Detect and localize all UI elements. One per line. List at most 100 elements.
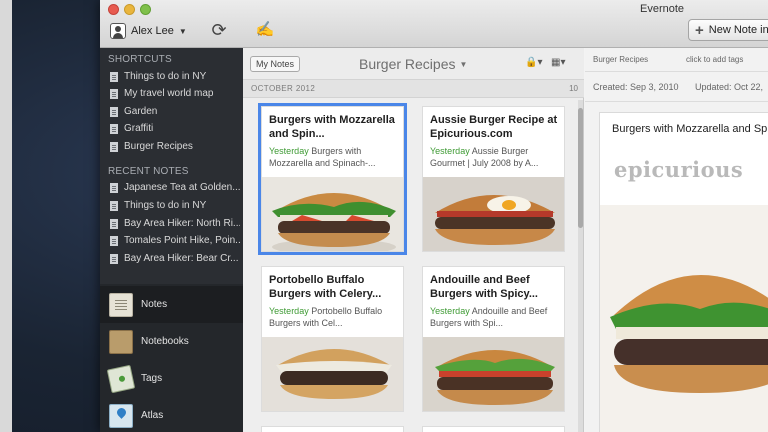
note-card-date: Yesterday	[430, 146, 470, 156]
my-notes-button[interactable]: My Notes	[250, 56, 301, 72]
shortcut-label: Burger Recipes	[124, 141, 193, 152]
add-tags-field[interactable]: click to add tags	[686, 55, 743, 64]
nav-label: Notebooks	[141, 336, 189, 347]
note-card[interactable]	[422, 426, 565, 432]
sidebar-item-atlas[interactable]: Atlas	[100, 397, 243, 432]
account-menu-button[interactable]: Alex Lee ▼	[110, 21, 187, 41]
note-list-toolbar: My Notes Burger Recipes ▼ 🔒▾ ▦▾	[243, 48, 584, 80]
note-card[interactable]: Aussie Burger Recipe at Epicurious.com Y…	[422, 106, 565, 252]
created-date: Created: Sep 3, 2010	[593, 82, 679, 92]
sidebar-item-tags[interactable]: Tags	[100, 360, 243, 397]
notebooks-icon	[109, 329, 133, 354]
new-note-label: New Note in	[708, 24, 768, 36]
activity-icon[interactable]: ✍	[254, 20, 276, 40]
sidebar: SHORTCUTS Things to do in NY My travel w…	[100, 48, 243, 432]
view-options-icon[interactable]: ▦▾	[551, 57, 565, 68]
note-thumbnail	[262, 337, 403, 411]
scrollbar-thumb[interactable]	[578, 108, 583, 228]
note-icon	[110, 200, 118, 211]
note-icon	[110, 253, 118, 264]
note-notebook-selector[interactable]: Burger Recipes	[593, 55, 648, 64]
map-pin-icon	[109, 403, 133, 428]
sidebar-nav: Notes Notebooks Tags Atlas	[100, 284, 243, 432]
notebook-title: Burger Recipes	[359, 56, 456, 72]
chevron-down-icon: ▼	[459, 59, 468, 69]
shortcut-label: Graffiti	[124, 123, 154, 134]
note-icon	[110, 88, 118, 99]
shortcut-label: My travel world map	[124, 88, 214, 99]
note-editor[interactable]: Burgers with Mozzarella and Sp epicuriou…	[599, 112, 768, 432]
shortcut-item[interactable]: Burger Recipes	[110, 138, 240, 155]
note-card-title: Portobello Buffalo Burgers with Celery..…	[269, 274, 382, 300]
note-icon	[110, 141, 118, 152]
close-window-button[interactable]	[108, 4, 119, 15]
shortcut-label: Garden	[124, 106, 158, 117]
note-card-snippet: Yesterday Andouille and Beef Burgers wit…	[430, 305, 560, 331]
note-thumbnail	[262, 177, 403, 251]
tag-icon	[106, 364, 136, 393]
note-icon	[110, 218, 118, 229]
recent-note-item[interactable]: Japanese Tea at Golden...	[110, 179, 240, 196]
nav-label: Tags	[141, 373, 163, 384]
note-thumbnail	[423, 337, 564, 411]
nav-label: Notes	[141, 299, 168, 310]
note-card[interactable]: Burgers with Mozzarella and Spin... Yest…	[261, 106, 404, 252]
plus-icon: +	[695, 21, 704, 39]
sidebar-item-notebooks[interactable]: Notebooks	[100, 323, 243, 360]
note-meta-bar: Burger Recipes click to add tags	[585, 48, 768, 72]
share-lock-icon[interactable]: 🔒▾	[525, 57, 542, 68]
new-note-button[interactable]: + New Note in	[688, 19, 768, 41]
note-icon	[110, 106, 118, 117]
note-card[interactable]: Portobello Buffalo Burgers with Celery..…	[261, 266, 404, 412]
note-card-date: Yesterday	[430, 306, 470, 316]
recent-note-item[interactable]: Things to do in NY	[110, 197, 240, 214]
note-card[interactable]: Andouille and Beef Burgers with Spicy...…	[422, 266, 565, 412]
note-icon	[110, 182, 118, 193]
epicurious-logo: epicurious	[614, 157, 744, 182]
note-card-title: Andouille and Beef Burgers with Spicy...	[430, 274, 538, 300]
minimize-window-button[interactable]	[124, 4, 135, 15]
shortcuts-header: SHORTCUTS	[108, 54, 172, 65]
user-name: Alex Lee	[131, 25, 174, 37]
zoom-window-button[interactable]	[140, 4, 151, 15]
note-dates-bar: Created: Sep 3, 2010 Updated: Oct 22,	[585, 72, 768, 102]
sidebar-item-notes[interactable]: Notes	[100, 286, 243, 323]
date-group-header: OCTOBER 2012 10	[243, 80, 584, 98]
recent-note-item[interactable]: Tomales Point Hike, Poin...	[110, 232, 240, 249]
sync-icon[interactable]: ⟳	[208, 20, 230, 40]
recent-note-label: Tomales Point Hike, Poin...	[124, 235, 240, 246]
evernote-window: Evernote Alex Lee ▼ ⟳ ✍ + New Note in SH…	[100, 0, 768, 432]
recent-note-label: Japanese Tea at Golden...	[124, 182, 240, 193]
note-count: 10	[569, 84, 578, 93]
note-card-snippet: Yesterday Portobello Buffalo Burgers wit…	[269, 305, 399, 331]
updated-date: Updated: Oct 22,	[695, 82, 764, 92]
titlebar: Evernote Alex Lee ▼ ⟳ ✍ + New Note in	[100, 0, 768, 48]
note-card[interactable]	[261, 426, 404, 432]
shortcut-item[interactable]: My travel world map	[110, 85, 240, 102]
note-detail-pane: Burger Recipes click to add tags Created…	[585, 48, 768, 432]
note-list-scrollbar[interactable]	[578, 100, 583, 432]
window-title: Evernote	[640, 3, 685, 15]
shortcut-item[interactable]: Garden	[110, 103, 240, 120]
note-icon	[110, 235, 118, 246]
recent-note-label: Bay Area Hiker: Bear Cr...	[124, 253, 239, 264]
shortcut-label: Things to do in NY	[124, 71, 207, 82]
note-card-title: Burgers with Mozzarella and Spin...	[269, 114, 395, 140]
note-card-date: Yesterday	[269, 146, 309, 156]
note-icon	[110, 71, 118, 82]
date-group-label: OCTOBER 2012	[251, 84, 316, 93]
note-list-pane: My Notes Burger Recipes ▼ 🔒▾ ▦▾ OCTOBER …	[243, 48, 584, 432]
note-card-title: Aussie Burger Recipe at Epicurious.com	[430, 114, 558, 140]
note-thumbnail	[423, 177, 564, 251]
notes-icon	[109, 292, 133, 317]
note-card-snippet: Yesterday Burgers with Mozzarella and Sp…	[269, 145, 399, 171]
shortcut-item[interactable]: Graffiti	[110, 120, 240, 137]
recent-note-item[interactable]: Bay Area Hiker: North Ri...	[110, 215, 240, 232]
notebook-selector[interactable]: Burger Recipes ▼	[359, 56, 467, 72]
recent-note-item[interactable]: Bay Area Hiker: Bear Cr...	[110, 250, 240, 267]
shortcut-item[interactable]: Things to do in NY	[110, 68, 240, 85]
nav-label: Atlas	[141, 410, 164, 421]
chevron-down-icon: ▼	[178, 26, 187, 36]
note-title-field[interactable]: Burgers with Mozzarella and Sp	[612, 123, 767, 135]
note-card-date: Yesterday	[269, 306, 309, 316]
